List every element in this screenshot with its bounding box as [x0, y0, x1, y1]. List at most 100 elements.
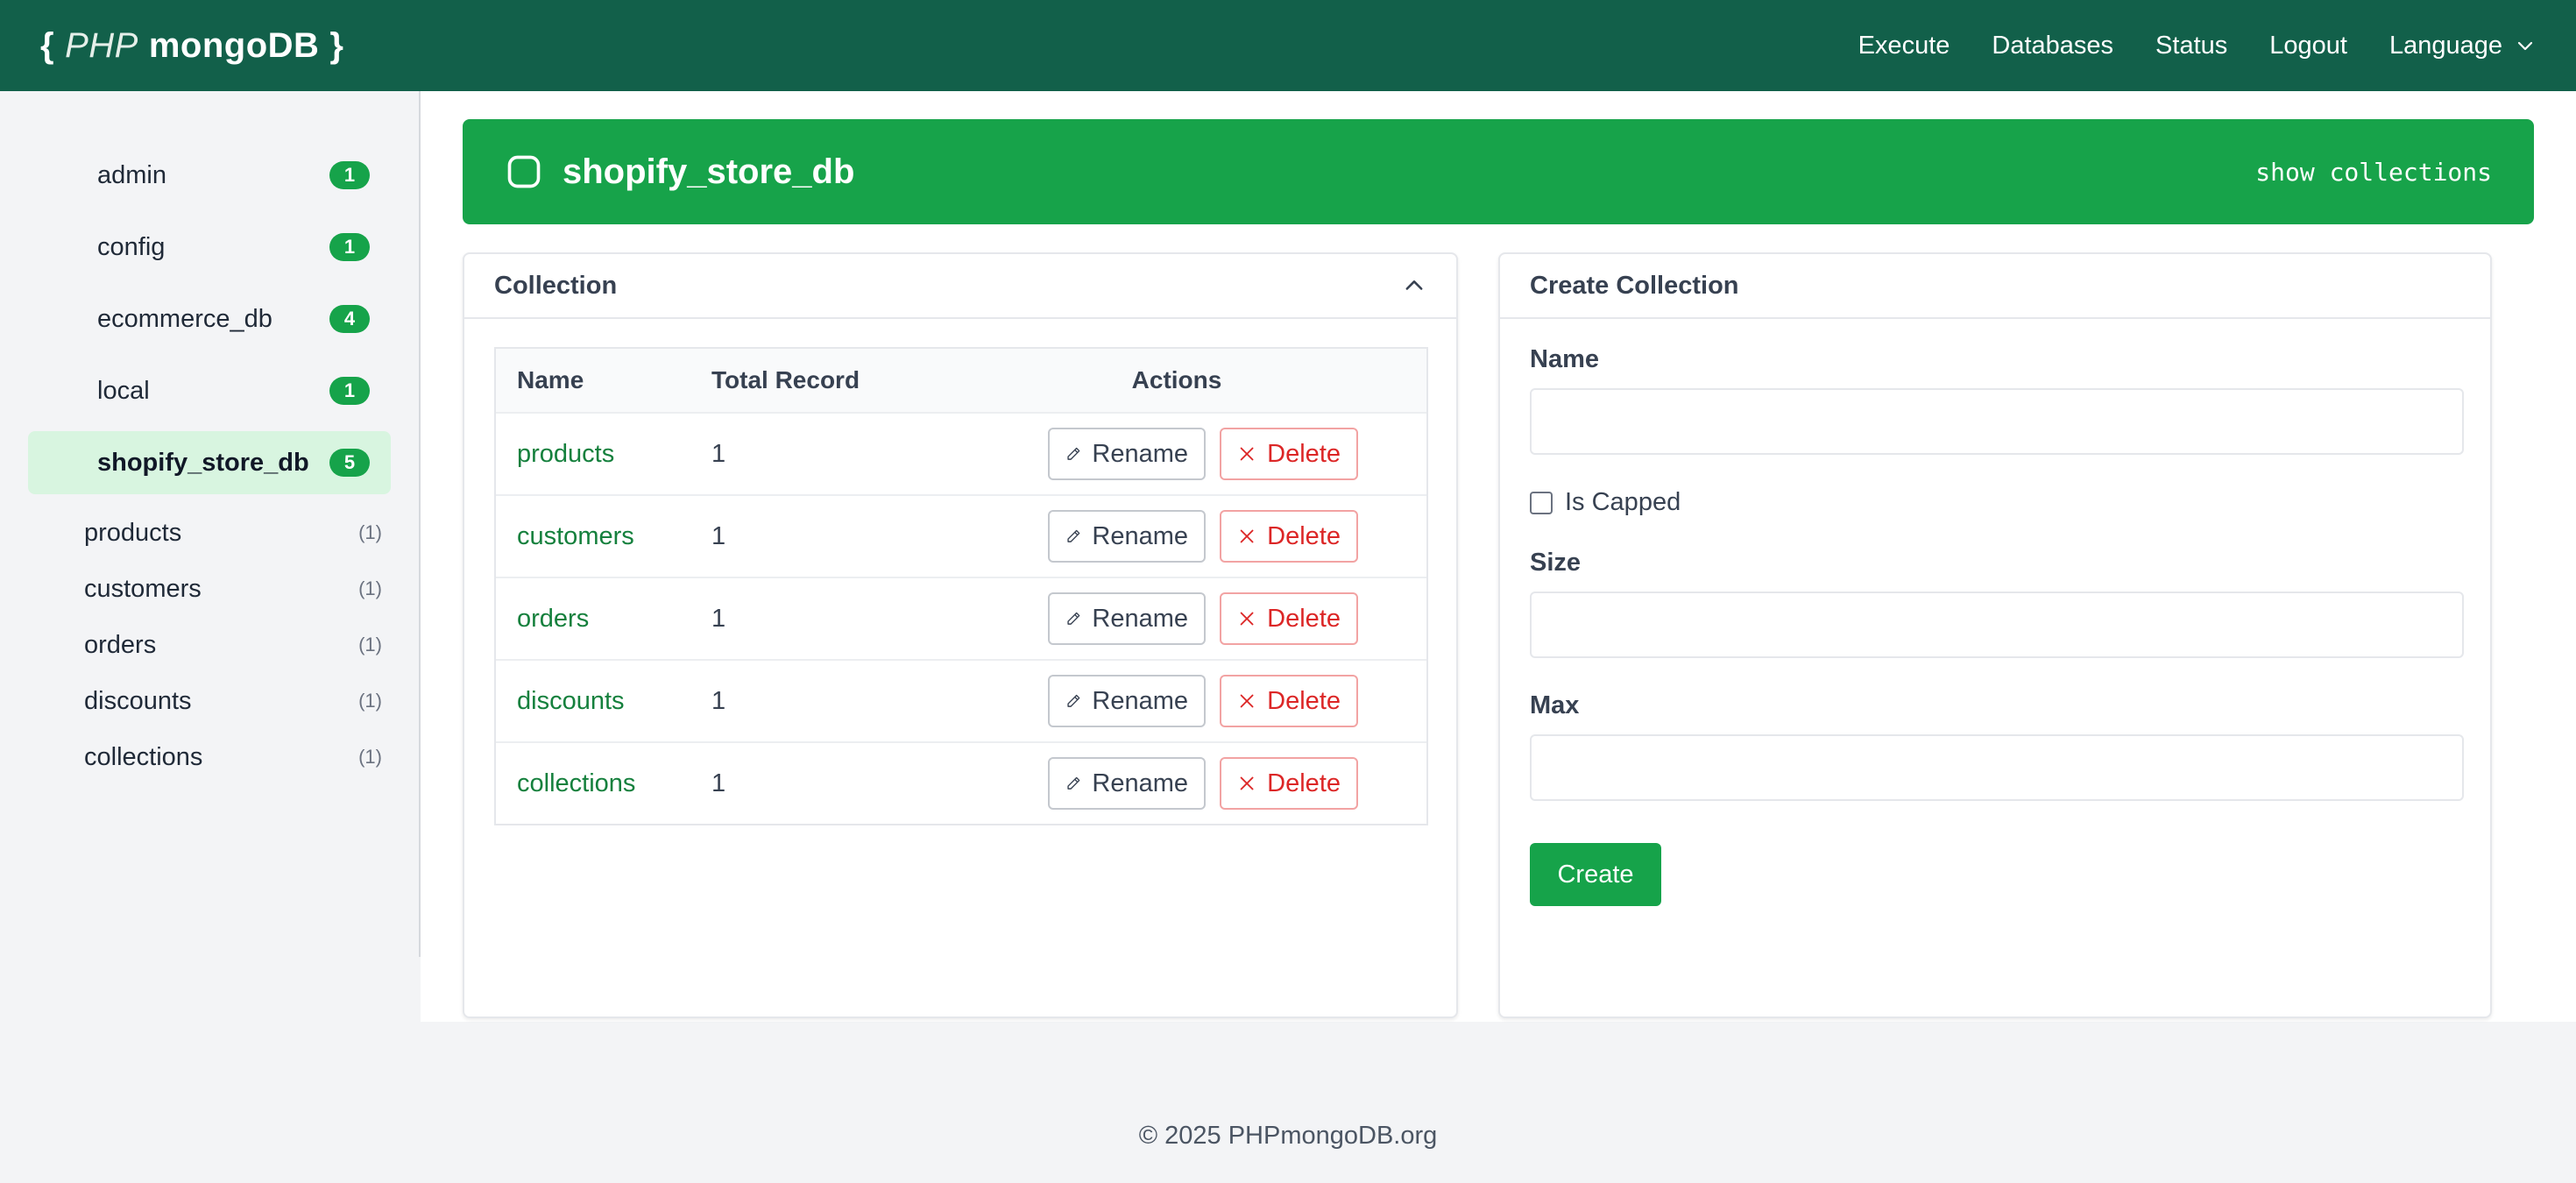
db-count-badge: 5 — [329, 449, 370, 477]
main-content: shopify_store_db show collections Collec… — [421, 91, 2576, 1022]
pencil-icon — [1067, 612, 1080, 625]
rename-button[interactable]: Rename — [1048, 757, 1206, 810]
is-capped-row: Is Capped — [1530, 488, 2464, 517]
sidebar-collection-discounts[interactable]: discounts (1) — [84, 673, 382, 729]
chevron-down-icon — [2517, 41, 2533, 51]
collection-count: (1) — [358, 577, 382, 599]
header-actions: Actions — [1131, 366, 1222, 393]
rename-label: Rename — [1092, 439, 1188, 468]
is-capped-checkbox[interactable] — [1530, 491, 1553, 514]
chevron-up-icon[interactable] — [1402, 273, 1426, 298]
delete-button[interactable]: Delete — [1220, 592, 1358, 645]
rename-button[interactable]: Rename — [1048, 428, 1206, 480]
nav-databases[interactable]: Databases — [1992, 32, 2113, 60]
collection-card-title: Collection — [494, 271, 618, 300]
collection-name-link[interactable]: orders — [496, 605, 711, 634]
collection-total: 1 — [711, 769, 726, 797]
sidebar-db-local[interactable]: local 1 — [28, 359, 391, 422]
delete-label: Delete — [1267, 686, 1341, 715]
pencil-icon — [1067, 694, 1080, 707]
nav-links: Execute Databases Status Logout Language — [1858, 32, 2536, 60]
db-count-badge: 1 — [329, 233, 370, 261]
collection-name-link[interactable]: customers — [496, 522, 711, 551]
collection-total: 1 — [711, 439, 726, 468]
rename-button[interactable]: Rename — [1048, 510, 1206, 563]
row-actions: Rename Delete — [927, 757, 1426, 810]
collection-label: orders — [84, 630, 157, 659]
table-row: customers 1 Rename Delete — [496, 494, 1426, 577]
collection-label: customers — [84, 574, 202, 603]
collection-card: Collection Name Total Record Actions pro… — [463, 252, 1458, 1018]
create-button[interactable]: Create — [1530, 843, 1661, 906]
sidebar-collection-collections[interactable]: collections (1) — [84, 729, 382, 785]
collection-card-header: Collection — [464, 254, 1456, 319]
collection-name-link[interactable]: collections — [496, 769, 711, 798]
delete-button[interactable]: Delete — [1220, 428, 1358, 480]
row-actions: Rename Delete — [927, 592, 1426, 645]
close-icon — [1240, 529, 1254, 543]
sidebar-db-shopify-store-db[interactable]: shopify_store_db 5 — [28, 431, 391, 494]
sidebar-db-admin[interactable]: admin 1 — [28, 144, 391, 207]
rename-button[interactable]: Rename — [1048, 592, 1206, 645]
footer-copyright: © 2025 PHPmongoDB.org — [1138, 1122, 1438, 1150]
close-icon — [1240, 612, 1254, 626]
pencil-icon — [1067, 447, 1080, 460]
collection-label: discounts — [84, 686, 192, 715]
database-list: admin 1 config 1 ecommerce_db 4 local 1 … — [28, 144, 391, 503]
sidebar: admin 1 config 1 ecommerce_db 4 local 1 … — [0, 91, 421, 957]
top-navbar: { PHP mongoDB } Execute Databases Status… — [0, 0, 2576, 91]
db-label: admin — [97, 160, 166, 189]
create-card-title: Create Collection — [1530, 271, 1739, 300]
collection-list: products (1) customers (1) orders (1) di… — [84, 505, 382, 785]
collection-count: (1) — [358, 690, 382, 712]
brand-logo[interactable]: { PHP mongoDB } — [40, 26, 343, 66]
db-count-badge: 1 — [329, 377, 370, 405]
sidebar-collection-customers[interactable]: customers (1) — [84, 561, 382, 617]
rename-label: Rename — [1092, 686, 1188, 715]
delete-button[interactable]: Delete — [1220, 510, 1358, 563]
nav-status[interactable]: Status — [2155, 32, 2227, 60]
rename-label: Rename — [1092, 604, 1188, 633]
sidebar-collection-products[interactable]: products (1) — [84, 505, 382, 561]
collection-name-input[interactable] — [1530, 388, 2464, 455]
collection-name-link[interactable]: discounts — [496, 687, 711, 716]
max-input[interactable] — [1530, 734, 2464, 801]
db-label: local — [97, 376, 150, 405]
rename-button[interactable]: Rename — [1048, 675, 1206, 727]
brand-php: PHP — [65, 25, 138, 65]
collection-total: 1 — [711, 686, 726, 715]
size-input[interactable] — [1530, 592, 2464, 658]
name-label: Name — [1530, 345, 1599, 373]
nav-language-dropdown[interactable]: Language — [2389, 32, 2536, 60]
db-count-badge: 1 — [329, 161, 370, 189]
sidebar-db-ecommerce-db[interactable]: ecommerce_db 4 — [28, 287, 391, 351]
nav-execute[interactable]: Execute — [1858, 32, 1950, 60]
db-label: config — [97, 232, 166, 261]
delete-button[interactable]: Delete — [1220, 757, 1358, 810]
delete-label: Delete — [1267, 604, 1341, 633]
sidebar-db-config[interactable]: config 1 — [28, 216, 391, 279]
delete-button[interactable]: Delete — [1220, 675, 1358, 727]
table-row: discounts 1 Rename Delete — [496, 659, 1426, 741]
rename-label: Rename — [1092, 521, 1188, 550]
pencil-icon — [1067, 529, 1080, 542]
header-total-record: Total Record — [711, 366, 860, 393]
table-header: Name Total Record Actions — [496, 349, 1426, 412]
sidebar-collection-orders[interactable]: orders (1) — [84, 617, 382, 673]
db-label: ecommerce_db — [97, 304, 272, 333]
row-actions: Rename Delete — [927, 428, 1426, 480]
database-title-wrap: shopify_store_db — [505, 152, 854, 192]
collection-total: 1 — [711, 521, 726, 550]
row-actions: Rename Delete — [927, 510, 1426, 563]
nav-logout[interactable]: Logout — [2269, 32, 2347, 60]
pencil-icon — [1067, 776, 1080, 790]
delete-label: Delete — [1267, 521, 1341, 550]
create-collection-form: Name Is Capped Size Max Create — [1530, 345, 2464, 906]
db-label: shopify_store_db — [97, 448, 309, 477]
delete-label: Delete — [1267, 439, 1341, 468]
size-label: Size — [1530, 549, 1582, 577]
rename-label: Rename — [1092, 769, 1188, 797]
collection-name-link[interactable]: products — [496, 440, 711, 469]
create-card-header: Create Collection — [1500, 254, 2490, 319]
close-icon — [1240, 694, 1254, 708]
